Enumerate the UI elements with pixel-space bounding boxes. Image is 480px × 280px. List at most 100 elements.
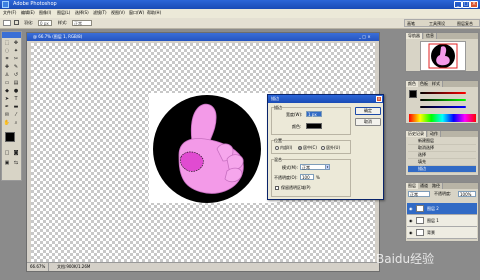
healing-brush-icon[interactable]: ✚ bbox=[3, 64, 11, 71]
palette-well-brushes[interactable]: 画笔 bbox=[407, 20, 415, 27]
layer-opacity-input[interactable]: 100% bbox=[458, 191, 476, 197]
layer-name[interactable]: 图层 2 bbox=[427, 203, 439, 214]
eyedropper-icon[interactable]: ⁄ bbox=[12, 112, 20, 119]
menu-window[interactable]: 窗口(W) bbox=[129, 10, 144, 16]
clone-stamp-icon[interactable]: ♙ bbox=[3, 72, 11, 79]
menu-filter[interactable]: 滤镜(T) bbox=[93, 10, 107, 16]
marquee-tool-preset-icon[interactable] bbox=[3, 20, 11, 26]
pen-tool-icon[interactable]: ✒ bbox=[3, 104, 11, 111]
layer-name[interactable]: 背景 bbox=[427, 227, 435, 238]
minimize-icon[interactable]: _ bbox=[454, 1, 462, 8]
color-ramp[interactable] bbox=[409, 114, 476, 122]
jump-to-imageready-icon[interactable]: ⇆ bbox=[12, 160, 20, 167]
crop-tool-icon[interactable]: ⌗ bbox=[3, 56, 11, 63]
dialog-close-icon[interactable]: × bbox=[376, 96, 382, 102]
standard-mode-icon[interactable]: □ bbox=[3, 150, 11, 157]
blue-slider[interactable] bbox=[420, 106, 466, 108]
ok-button[interactable]: 确定 bbox=[355, 107, 381, 115]
width-label: 宽度(W): bbox=[286, 112, 303, 117]
history-item[interactable]: 取消选择 bbox=[408, 145, 476, 152]
tab-styles[interactable]: 样式 bbox=[430, 81, 443, 87]
location-center-radio[interactable] bbox=[298, 146, 302, 150]
navigator-palette: 导航器 信息 bbox=[405, 32, 479, 72]
tab-navigator[interactable]: 导航器 bbox=[406, 33, 423, 39]
stroke-color-swatch[interactable] bbox=[306, 123, 322, 129]
fg-color-chip[interactable] bbox=[409, 90, 417, 98]
visibility-eye-icon[interactable]: ◉ bbox=[409, 218, 413, 223]
history-brush-icon[interactable]: ↺ bbox=[12, 72, 20, 79]
dodge-tool-icon[interactable]: ● bbox=[12, 88, 20, 95]
location-center-label[interactable]: 居中(C) bbox=[303, 145, 317, 151]
tab-actions[interactable]: 动作 bbox=[428, 131, 441, 137]
lasso-tool-icon[interactable]: ◌ bbox=[3, 48, 11, 55]
path-selection-icon[interactable]: ➤ bbox=[3, 96, 11, 103]
stroke-group-label: 描边 bbox=[274, 105, 282, 111]
zoom-tool-icon[interactable]: ⌕ bbox=[12, 120, 20, 127]
shape-tool-icon[interactable]: ▬ bbox=[12, 104, 20, 111]
eraser-tool-icon[interactable]: ▭ bbox=[3, 80, 11, 87]
menu-view[interactable]: 视图(V) bbox=[111, 10, 125, 16]
foreground-color-swatch[interactable] bbox=[5, 132, 15, 142]
maximize-icon[interactable]: □ bbox=[462, 1, 470, 8]
layer-row[interactable]: ◉ 背景 bbox=[407, 227, 477, 239]
layer-row-selected[interactable]: ◉ 图层 2 bbox=[407, 203, 477, 215]
history-item[interactable]: 选择 bbox=[408, 152, 476, 159]
layer-name[interactable]: 图层 1 bbox=[427, 215, 439, 226]
blend-group-label: 混合 bbox=[274, 157, 282, 163]
blur-tool-icon[interactable]: ◆ bbox=[3, 88, 11, 95]
palette-well-tool-presets[interactable]: 工具预设 bbox=[429, 20, 445, 27]
style-label: 样式: bbox=[58, 20, 68, 25]
visibility-eye-icon[interactable]: ◉ bbox=[409, 206, 413, 211]
zoom-readout[interactable]: 66.67% bbox=[30, 263, 50, 271]
history-item[interactable]: 填充 bbox=[408, 159, 476, 166]
photoshop-app-icon bbox=[2, 1, 9, 8]
layer-thumbnail bbox=[416, 229, 424, 236]
location-outside-label[interactable]: 居外(U) bbox=[326, 145, 340, 151]
green-slider[interactable] bbox=[420, 99, 466, 101]
cancel-button[interactable]: 取消 bbox=[355, 118, 381, 126]
layer-row[interactable]: ◉ 图层 1 bbox=[407, 215, 477, 227]
red-slider[interactable] bbox=[420, 92, 466, 94]
opacity-input[interactable]: 100 bbox=[300, 174, 314, 180]
brush-tool-icon[interactable]: ✎ bbox=[12, 64, 20, 71]
tab-paths[interactable]: 路径 bbox=[430, 183, 443, 189]
layer-thumbnail bbox=[416, 205, 424, 212]
chevron-down-icon[interactable]: ▾ bbox=[325, 164, 330, 170]
document-window-controls[interactable]: _ □ × bbox=[359, 34, 377, 40]
screen-mode-icon[interactable]: ▣ bbox=[3, 160, 11, 167]
move-tool-icon[interactable]: ✥ bbox=[12, 40, 20, 47]
notes-tool-icon[interactable]: ✉ bbox=[3, 112, 11, 119]
hand-tool-icon[interactable]: ✋ bbox=[3, 120, 11, 127]
feather-input[interactable]: 0 px bbox=[38, 20, 52, 26]
visibility-eye-icon[interactable]: ◉ bbox=[409, 230, 413, 235]
location-inside-label[interactable]: 内部(I) bbox=[280, 145, 292, 151]
quick-mask-icon[interactable]: ◙ bbox=[12, 150, 20, 157]
magic-wand-icon[interactable]: ✦ bbox=[12, 48, 20, 55]
palette-well-layer-comps[interactable]: 图层复合 bbox=[457, 20, 473, 27]
tab-info[interactable]: 信息 bbox=[424, 33, 437, 39]
tab-history[interactable]: 历史记录 bbox=[406, 131, 427, 137]
document-size-info[interactable]: 文档:900K/1.26M bbox=[57, 263, 90, 271]
type-tool-icon[interactable]: T bbox=[12, 96, 20, 103]
new-selection-icon[interactable] bbox=[14, 20, 19, 25]
menu-layer[interactable]: 图层(L) bbox=[57, 10, 70, 16]
menu-file[interactable]: 文件(F) bbox=[3, 10, 16, 16]
marquee-tool-icon[interactable]: ⬚ bbox=[3, 40, 11, 47]
close-icon[interactable]: × bbox=[470, 1, 478, 8]
history-item-selected[interactable]: 描边 bbox=[408, 166, 476, 173]
navigator-thumbnail[interactable] bbox=[420, 41, 466, 71]
menu-edit[interactable]: 编辑(E) bbox=[21, 10, 35, 16]
location-outside-radio[interactable] bbox=[321, 146, 325, 150]
menu-help[interactable]: 帮助(H) bbox=[147, 10, 161, 16]
gradient-tool-icon[interactable]: ▤ bbox=[12, 80, 20, 87]
menu-select[interactable]: 选择(S) bbox=[75, 10, 89, 16]
preserve-transparency-label[interactable]: 保留透明区域(P) bbox=[281, 185, 311, 191]
history-item[interactable]: 新建图层 bbox=[408, 138, 476, 145]
width-input[interactable]: 1 px bbox=[306, 111, 322, 117]
preserve-transparency-checkbox[interactable] bbox=[275, 186, 279, 190]
menu-image[interactable]: 图像(I) bbox=[39, 10, 51, 16]
style-select[interactable]: 正常 bbox=[72, 20, 92, 26]
slice-tool-icon[interactable]: ✂ bbox=[12, 56, 20, 63]
location-inside-radio[interactable] bbox=[275, 146, 279, 150]
layer-blend-mode-select[interactable]: 正常 bbox=[408, 191, 430, 197]
